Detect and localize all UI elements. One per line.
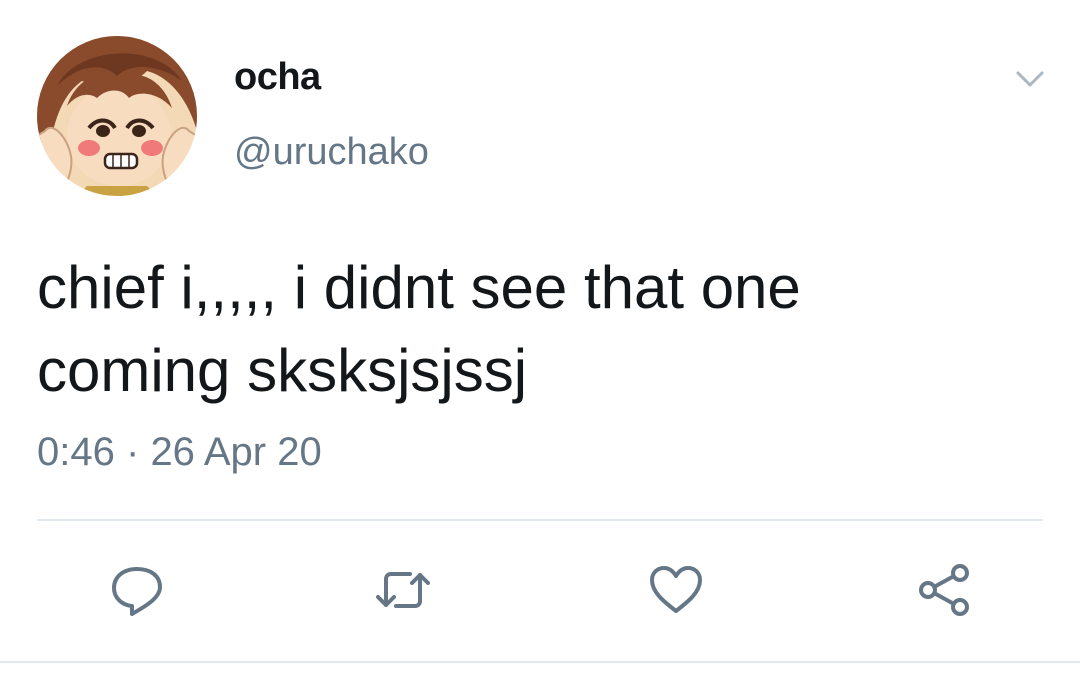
tweet-text: chief i,,,,, i didnt see that one coming… [37,246,1037,412]
user-handle[interactable]: @uruchako [234,131,429,174]
timestamp-separator: · [125,430,140,474]
display-name[interactable]: ocha [234,56,321,99]
bottom-divider [0,661,1080,663]
share-button[interactable] [914,560,974,620]
tweet-text-line: chief i,,,,, i didnt see that one [37,254,801,321]
reply-icon [112,567,162,616]
reply-button[interactable] [107,560,167,620]
avatar[interactable] [37,36,197,196]
retweet-button[interactable] [373,560,433,620]
avatar-image [37,36,197,196]
tweet-time: 0:46 [37,430,115,474]
retweet-icon [376,572,430,608]
tweet-text-line: coming sksksjsjssj [37,337,528,404]
tweet-date: 26 Apr 20 [150,430,322,474]
share-icon [919,564,969,616]
heart-icon [650,566,702,613]
like-button[interactable] [646,560,706,620]
divider [37,519,1043,521]
timestamp[interactable]: 0:46 · 26 Apr 20 [37,430,322,475]
chevron-down-icon[interactable] [1012,60,1048,96]
